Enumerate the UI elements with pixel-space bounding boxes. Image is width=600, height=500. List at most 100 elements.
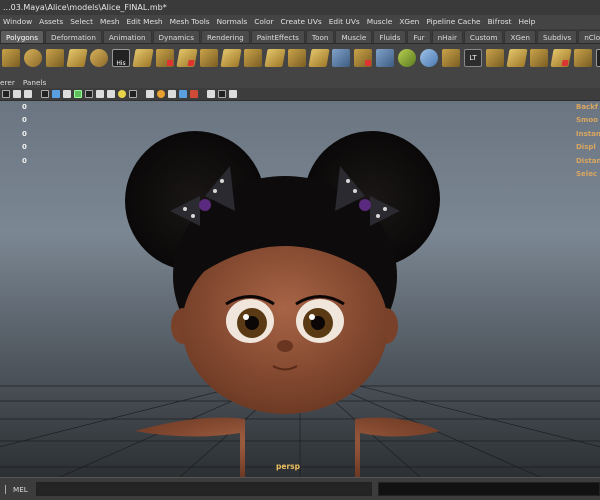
poly-plane-icon[interactable] <box>66 49 88 67</box>
menu-bifrost[interactable]: Bifrost <box>485 15 516 29</box>
shelf-tab-deformation[interactable]: Deformation <box>45 30 102 43</box>
hud-right-labels: Backf Smoo Instan Displ Distan Selec <box>576 101 600 181</box>
xray-icon[interactable] <box>74 90 82 98</box>
menu-mesh-tools[interactable]: Mesh Tools <box>167 15 214 29</box>
menu-select[interactable]: Select <box>67 15 97 29</box>
append-polygon-icon[interactable] <box>308 49 330 67</box>
bookmark-icon[interactable] <box>24 90 32 98</box>
separate-icon[interactable] <box>156 49 174 67</box>
shelf-tabs: Polygons Deformation Animation Dynamics … <box>0 29 600 44</box>
shelf-tab-painteffects[interactable]: PaintEffects <box>250 30 305 43</box>
shelf-tab-xgen[interactable]: XGen <box>504 30 536 43</box>
field-chart-icon[interactable] <box>229 90 237 98</box>
smooth-icon[interactable] <box>200 49 218 67</box>
shelf-tab-ncloth[interactable]: nCloth <box>578 30 600 43</box>
command-input[interactable] <box>36 482 372 496</box>
hud-value: 0 <box>22 103 27 111</box>
extrude-icon[interactable] <box>264 49 286 67</box>
menu-help[interactable]: Help <box>515 15 539 29</box>
menu-mesh[interactable]: Mesh <box>97 15 123 29</box>
ambient-occlusion-icon[interactable] <box>129 90 137 98</box>
shelf-tab-nhair[interactable]: nHair <box>431 30 463 43</box>
film-gate-icon[interactable] <box>207 90 215 98</box>
poly-sphere-icon[interactable] <box>24 49 42 67</box>
viewport-toolbar <box>0 88 600 101</box>
uv-grid-icon[interactable] <box>486 49 504 67</box>
menu-window[interactable]: Window <box>0 15 36 29</box>
shelf-tab-subdivs[interactable]: Subdivs <box>536 30 578 43</box>
hud-label: Instan <box>576 129 600 138</box>
window-title: ...03.Maya\Alice\models\Alice_FINAL.mb* <box>0 0 600 15</box>
menu-assets[interactable]: Assets <box>36 15 67 29</box>
shelf-tab-toon[interactable]: Toon <box>305 30 335 43</box>
isolate-select-icon[interactable] <box>146 90 154 98</box>
bridge-icon[interactable] <box>288 49 306 67</box>
hud-left-values: 0 0 0 0 0 <box>22 101 27 168</box>
shelf-tab-dynamics[interactable]: Dynamics <box>152 30 200 43</box>
poly-torus-icon[interactable] <box>90 49 108 67</box>
boolean-icon[interactable] <box>220 49 242 67</box>
perspective-viewport[interactable]: 0 0 0 0 0 Backf Smoo Instan Displ Distan… <box>0 101 600 477</box>
uv-spherical-icon[interactable] <box>550 49 572 67</box>
smooth-shade-icon[interactable] <box>52 90 60 98</box>
menu-color[interactable]: Color <box>251 15 277 29</box>
hud-label: Selec <box>576 170 598 179</box>
camera-attributes-icon[interactable] <box>13 90 21 98</box>
lt-icon[interactable]: LT <box>464 49 482 67</box>
uv-cylindrical-icon[interactable] <box>530 49 548 67</box>
multi-cut-icon[interactable] <box>332 49 350 67</box>
motion-blur-icon[interactable] <box>157 90 165 98</box>
shelf-tab-fluids[interactable]: Fluids <box>373 30 407 43</box>
uv-auto-icon[interactable] <box>574 49 592 67</box>
script-language-toggle[interactable]: MEL <box>13 485 28 494</box>
poly-cube-icon[interactable] <box>2 49 20 67</box>
globe-icon[interactable] <box>420 49 438 67</box>
panel-menu-panels[interactable]: Panels <box>23 78 55 87</box>
shelf-tab-fur[interactable]: Fur <box>407 30 431 43</box>
panel-menu-renderer[interactable]: erer <box>0 78 23 87</box>
menu-muscle[interactable]: Muscle <box>364 15 397 29</box>
menu-edit-uvs[interactable]: Edit UVs <box>326 15 364 29</box>
gate-mask-icon[interactable] <box>190 90 198 98</box>
menu-normals[interactable]: Normals <box>214 15 252 29</box>
default-material-icon[interactable] <box>63 90 71 98</box>
wireframe-cube-icon[interactable] <box>376 49 394 67</box>
menu-pipeline-cache[interactable]: Pipeline Cache <box>423 15 484 29</box>
resolution-gate-icon[interactable] <box>218 90 226 98</box>
history-icon[interactable]: His <box>112 49 130 67</box>
menu-edit-mesh[interactable]: Edit Mesh <box>123 15 166 29</box>
wireframe-icon[interactable] <box>41 90 49 98</box>
menu-create-uvs[interactable]: Create UVs <box>278 15 326 29</box>
menu-xgen[interactable]: XGen <box>396 15 423 29</box>
hud-value: 0 <box>22 156 27 165</box>
shelf-tab-polygons[interactable]: Polygons <box>0 30 44 43</box>
hud-value: 0 <box>22 143 27 152</box>
hud-label: Distan <box>576 156 600 165</box>
sphere-mapping-icon[interactable] <box>398 49 416 67</box>
shelf-tab-muscle[interactable]: Muscle <box>335 30 373 43</box>
shelf-tab-custom[interactable]: Custom <box>463 30 504 43</box>
camera-name-label: persp <box>276 462 300 471</box>
command-line-grip[interactable] <box>5 485 10 494</box>
wireframe-on-shaded-icon[interactable] <box>85 90 93 98</box>
combine-icon[interactable] <box>132 49 154 67</box>
uv-planar-icon[interactable] <box>506 49 528 67</box>
depth-of-field-icon[interactable] <box>179 90 187 98</box>
anti-aliasing-icon[interactable] <box>168 90 176 98</box>
poly-cylinder-icon[interactable] <box>46 49 64 67</box>
hud-value: 0 <box>22 116 27 125</box>
bevel-icon[interactable] <box>442 49 460 67</box>
insert-edge-loop-icon[interactable] <box>354 49 372 67</box>
mirror-geometry-icon[interactable] <box>244 49 262 67</box>
hud-label: Smoo <box>576 116 598 125</box>
use-all-lights-icon[interactable] <box>107 90 115 98</box>
shelf-tab-animation[interactable]: Animation <box>102 30 152 43</box>
textured-icon[interactable] <box>96 90 104 98</box>
de-icon[interactable]: DE <box>596 49 600 67</box>
shadows-icon[interactable] <box>118 90 126 98</box>
extract-icon[interactable] <box>176 49 198 67</box>
scene-render <box>0 131 600 477</box>
command-line: MEL <box>0 477 600 500</box>
grid-toggle-icon[interactable] <box>2 90 10 98</box>
shelf-tab-rendering[interactable]: Rendering <box>201 30 250 43</box>
